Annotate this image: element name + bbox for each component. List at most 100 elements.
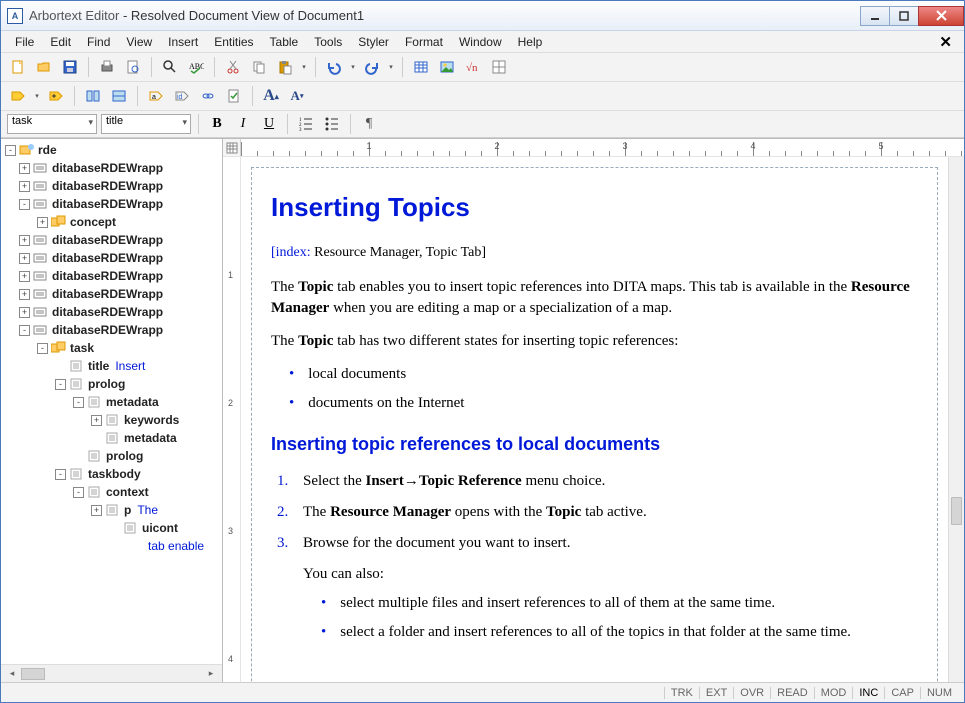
menu-file[interactable]: File <box>7 33 42 51</box>
menu-styler[interactable]: Styler <box>350 33 397 51</box>
link-icon[interactable] <box>197 85 219 107</box>
bold-button[interactable]: B <box>206 114 228 134</box>
document-vertical-scrollbar[interactable] <box>948 157 964 682</box>
close-button[interactable] <box>918 6 964 26</box>
undo-icon[interactable] <box>323 56 345 78</box>
tree-node[interactable]: -context <box>1 483 222 501</box>
bullet-list-icon[interactable] <box>321 114 343 134</box>
pilcrow-icon[interactable]: ¶ <box>358 114 380 134</box>
maximize-button[interactable] <box>889 6 919 26</box>
body-area: -rde+ditabaseRDEWrapp+ditabaseRDEWrapp-d… <box>1 138 964 682</box>
new-icon[interactable] <box>7 56 29 78</box>
font-large-icon[interactable]: A▴ <box>260 85 282 107</box>
app-window: A Arbortext Editor - Resolved Document V… <box>0 0 965 703</box>
minimize-button[interactable] <box>860 6 890 26</box>
print-icon[interactable] <box>96 56 118 78</box>
tree-node[interactable]: uicont <box>1 519 222 537</box>
window-title: Arbortext Editor - Resolved Document Vie… <box>29 8 364 23</box>
context-combo[interactable]: task <box>7 114 97 134</box>
menu-entities[interactable]: Entities <box>206 33 261 51</box>
document-close-icon[interactable]: ✕ <box>939 33 958 51</box>
document-pane: 12345 1234 Inserting Topics [index: Reso… <box>223 139 964 682</box>
element-combo[interactable]: title <box>101 114 191 134</box>
status-ovr[interactable]: OVR <box>733 687 770 699</box>
tree-node[interactable]: +ditabaseRDEWrapp <box>1 159 222 177</box>
doc-h2: Inserting topic references to local docu… <box>271 432 918 457</box>
tree-node[interactable]: -ditabaseRDEWrapp <box>1 321 222 339</box>
tree-node[interactable]: -taskbody <box>1 465 222 483</box>
redo-icon[interactable] <box>361 56 383 78</box>
tree-node[interactable]: +concept <box>1 213 222 231</box>
tree-node[interactable]: +ditabaseRDEWrapp <box>1 303 222 321</box>
menu-view[interactable]: View <box>118 33 160 51</box>
status-ext[interactable]: EXT <box>699 687 733 699</box>
status-cap[interactable]: CAP <box>884 687 920 699</box>
table-icon[interactable] <box>410 56 432 78</box>
status-num[interactable]: NUM <box>920 687 958 699</box>
cut-icon[interactable] <box>222 56 244 78</box>
validate-icon[interactable] <box>223 85 245 107</box>
tree-node[interactable]: -metadata <box>1 393 222 411</box>
menu-window[interactable]: Window <box>451 33 510 51</box>
svg-text:3: 3 <box>299 128 302 132</box>
svg-text:id: id <box>177 94 183 101</box>
tree-node[interactable]: +ditabaseRDEWrapp <box>1 249 222 267</box>
font-small-icon[interactable]: A▾ <box>286 85 308 107</box>
paste-dropdown-icon[interactable]: ▾ <box>300 63 308 71</box>
menu-table[interactable]: Table <box>262 33 307 51</box>
menu-insert[interactable]: Insert <box>160 33 206 51</box>
menu-edit[interactable]: Edit <box>42 33 79 51</box>
status-inc[interactable]: INC <box>852 687 884 699</box>
tree-node[interactable]: +ditabaseRDEWrapp <box>1 231 222 249</box>
tag-insert-icon[interactable] <box>45 85 67 107</box>
tree-node[interactable]: -ditabaseRDEWrapp <box>1 195 222 213</box>
index-marker: [index: Resource Manager, Topic Tab] <box>271 243 918 263</box>
tree-horizontal-scrollbar[interactable]: ◂▸ <box>1 664 222 682</box>
tree-node[interactable]: tab enable <box>1 537 222 555</box>
tree-node[interactable]: -rde <box>1 141 222 159</box>
attr-yellow-icon[interactable]: a <box>145 85 167 107</box>
underline-button[interactable]: U <box>258 114 280 134</box>
redo-dropdown-icon[interactable]: ▾ <box>387 63 395 71</box>
symbol-icon[interactable] <box>488 56 510 78</box>
tree-node[interactable]: +ditabaseRDEWrapp <box>1 285 222 303</box>
svg-text:√n: √n <box>466 62 478 74</box>
find-icon[interactable] <box>159 56 181 78</box>
tree-node[interactable]: metadata <box>1 429 222 447</box>
spellcheck-icon[interactable]: ABC <box>185 56 207 78</box>
tree-node[interactable]: +keywords <box>1 411 222 429</box>
italic-button[interactable]: I <box>232 114 254 134</box>
status-trk[interactable]: TRK <box>664 687 699 699</box>
tree-node[interactable]: +ditabaseRDEWrapp <box>1 267 222 285</box>
image-icon[interactable] <box>436 56 458 78</box>
menu-find[interactable]: Find <box>79 33 118 51</box>
structure-tree[interactable]: -rde+ditabaseRDEWrapp+ditabaseRDEWrapp-d… <box>1 139 222 664</box>
save-icon[interactable] <box>59 56 81 78</box>
tree-node[interactable]: +pThe <box>1 501 222 519</box>
tree-node[interactable]: titleInsert <box>1 357 222 375</box>
equation-icon[interactable]: √n <box>462 56 484 78</box>
split-icon[interactable] <box>82 85 104 107</box>
join-icon[interactable] <box>108 85 130 107</box>
menu-format[interactable]: Format <box>397 33 451 51</box>
print-preview-icon[interactable] <box>122 56 144 78</box>
numbered-list-icon[interactable]: 123 <box>295 114 317 134</box>
copy-icon[interactable] <box>248 56 270 78</box>
titlebar: A Arbortext Editor - Resolved Document V… <box>1 1 964 31</box>
menubar: File Edit Find View Insert Entities Tabl… <box>1 31 964 53</box>
document-content[interactable]: Inserting Topics [index: Resource Manage… <box>241 157 948 682</box>
menu-tools[interactable]: Tools <box>306 33 350 51</box>
id-icon[interactable]: id <box>171 85 193 107</box>
menu-help[interactable]: Help <box>510 33 551 51</box>
tree-node[interactable]: -prolog <box>1 375 222 393</box>
tree-node[interactable]: +ditabaseRDEWrapp <box>1 177 222 195</box>
paste-icon[interactable] <box>274 56 296 78</box>
open-icon[interactable] <box>33 56 55 78</box>
undo-dropdown-icon[interactable]: ▾ <box>349 63 357 71</box>
tree-node[interactable]: prolog <box>1 447 222 465</box>
status-mod[interactable]: MOD <box>814 687 853 699</box>
vertical-ruler: 1234 <box>223 157 241 682</box>
tree-node[interactable]: -task <box>1 339 222 357</box>
tag-yellow-icon[interactable] <box>7 85 29 107</box>
status-read[interactable]: READ <box>770 687 814 699</box>
